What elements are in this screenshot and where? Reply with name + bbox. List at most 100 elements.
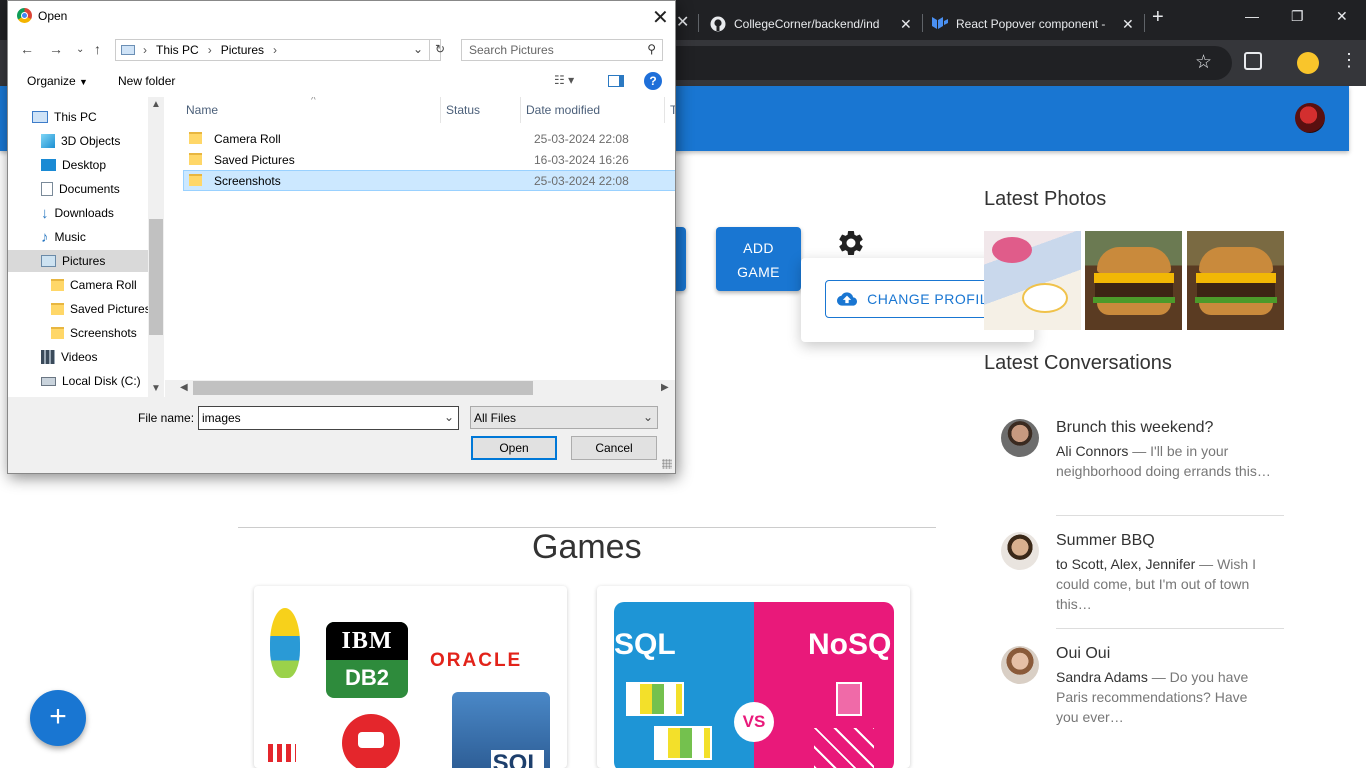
recent-dropdown-icon[interactable]: ⌄: [76, 44, 84, 55]
menu-kebab-icon[interactable]: ⋮: [1340, 50, 1358, 71]
tree-item-camera-roll[interactable]: Camera Roll: [51, 274, 137, 296]
settings-gear-icon[interactable]: [836, 228, 866, 258]
organize-button[interactable]: Organize ▼: [27, 74, 88, 88]
tree-item-3d-objects[interactable]: 3D Objects: [41, 130, 120, 152]
column-status[interactable]: Status: [446, 103, 480, 117]
nosql-label: NoSQ: [808, 628, 892, 661]
new-folder-button[interactable]: New folder: [118, 74, 175, 88]
file-list: ^ Name Status Date modified T Camera Rol…: [165, 97, 675, 397]
dialog-close-icon[interactable]: ✕: [652, 5, 669, 30]
tree-label: Saved Pictures: [70, 302, 151, 316]
table-row-selected[interactable]: Screenshots 25-03-2024 22:08 F: [183, 170, 675, 191]
tree-label: Downloads: [54, 206, 114, 220]
address-dropdown-icon[interactable]: ⌄: [413, 42, 423, 56]
change-profile-button[interactable]: CHANGE PROFILE: [825, 280, 1010, 318]
column-separator[interactable]: [440, 97, 441, 123]
conversation-title[interactable]: Summer BBQ: [1056, 532, 1155, 550]
photo-burger-1[interactable]: [1085, 231, 1182, 330]
scroll-down-icon[interactable]: ▼: [151, 383, 161, 394]
cancel-button[interactable]: Cancel: [571, 436, 657, 460]
user-avatar[interactable]: [1295, 103, 1325, 133]
address-breadcrumb[interactable]: › This PC › Pictures › ⌄ ↻: [115, 39, 445, 61]
game-card-databases[interactable]: IBM DB2 ORACLE SQL: [254, 586, 567, 768]
avatar: [1001, 419, 1039, 457]
burger-patty: [1095, 283, 1173, 297]
help-icon[interactable]: ?: [644, 72, 662, 90]
extensions-icon[interactable]: [1244, 52, 1262, 70]
chevron-down-icon[interactable]: ⌄: [444, 410, 454, 424]
new-tab-button[interactable]: +: [1152, 6, 1164, 29]
tab-close-icon[interactable]: ✕: [900, 16, 912, 33]
games-title: Games: [532, 528, 642, 566]
column-separator[interactable]: [520, 97, 521, 123]
music-note-icon: ♪: [41, 228, 49, 246]
photo-brunch[interactable]: [984, 231, 1081, 330]
column-date-modified[interactable]: Date modified: [526, 103, 600, 117]
dialog-titlebar: Open ✕: [8, 1, 675, 32]
back-arrow-icon[interactable]: ←: [20, 41, 34, 57]
tree-label: Videos: [61, 350, 98, 364]
tree-item-screenshots[interactable]: Screenshots: [51, 322, 137, 344]
add-fab-button[interactable]: +: [30, 690, 86, 746]
conversation-title[interactable]: Oui Oui: [1056, 645, 1110, 663]
tree-item-music[interactable]: ♪ Music: [41, 226, 86, 248]
tab-title: CollegeCorner/backend/ind: [734, 17, 880, 31]
conversation-title[interactable]: Brunch this weekend?: [1056, 419, 1213, 437]
address-bar[interactable]: ☆: [640, 46, 1232, 80]
download-arrow-icon: ↓: [41, 204, 49, 222]
file-name-label: File name:: [138, 411, 195, 425]
tree-scrollbar[interactable]: ▲ ▼: [148, 97, 164, 397]
minimize-icon[interactable]: —: [1245, 8, 1259, 24]
tree-item-pictures[interactable]: Pictures: [41, 250, 105, 272]
breadcrumb-this-pc[interactable]: This PC: [156, 43, 199, 57]
photo-burger-2[interactable]: [1187, 231, 1284, 330]
tree-item-videos[interactable]: Videos: [41, 346, 97, 368]
db2-text: DB2: [344, 665, 389, 690]
tree-item-this-pc[interactable]: This PC: [32, 106, 97, 128]
forward-arrow-icon[interactable]: →: [49, 41, 63, 57]
tab-close-icon[interactable]: ✕: [1122, 16, 1134, 33]
file-type-select[interactable]: All Files ⌄: [470, 406, 658, 429]
tree-item-documents[interactable]: Documents: [41, 178, 120, 200]
table-row[interactable]: Camera Roll 25-03-2024 22:08 F: [183, 128, 675, 149]
scroll-up-icon[interactable]: ▲: [151, 99, 161, 110]
hscroll-thumb[interactable]: [193, 381, 533, 395]
profile-avatar-icon[interactable]: [1297, 52, 1319, 74]
bookmark-star-icon[interactable]: ☆: [1195, 51, 1212, 74]
column-type[interactable]: T: [670, 103, 675, 117]
column-name[interactable]: Name: [186, 103, 218, 117]
column-separator[interactable]: [664, 97, 665, 123]
tab-separator: [698, 14, 699, 32]
open-button[interactable]: Open: [471, 436, 557, 460]
breadcrumb-pictures[interactable]: Pictures: [221, 43, 264, 57]
table-row[interactable]: Saved Pictures 16-03-2024 16:26 F: [183, 149, 675, 170]
avatar: [1001, 532, 1039, 570]
tree-item-saved-pictures[interactable]: Saved Pictures: [51, 298, 151, 320]
refresh-icon[interactable]: ↻: [435, 42, 445, 56]
file-name-input[interactable]: images ⌄: [198, 406, 459, 430]
partial-logo: [268, 744, 296, 762]
tab-collegecorner[interactable]: CollegeCorner/backend/ind ✕: [710, 8, 920, 40]
scroll-left-icon[interactable]: ◀: [180, 382, 188, 393]
doc-graphic: [836, 682, 862, 716]
sort-indicator-icon: ^: [311, 97, 316, 106]
restore-icon[interactable]: ❐: [1291, 8, 1304, 25]
preview-pane-icon[interactable]: [608, 75, 624, 87]
up-arrow-icon[interactable]: ↑: [94, 41, 101, 57]
video-icon: [41, 350, 55, 364]
window-close-icon[interactable]: ✕: [1336, 8, 1348, 25]
view-options-icon[interactable]: ☷ ▾: [554, 73, 574, 87]
game-card-sql-vs-nosql[interactable]: SQL NoSQ VS: [597, 586, 910, 768]
scroll-right-icon[interactable]: ▶: [661, 382, 669, 393]
tree-item-desktop[interactable]: Desktop: [41, 154, 106, 176]
couchbase-logo: [342, 714, 400, 768]
tree-item-downloads[interactable]: ↓ Downloads: [41, 202, 114, 224]
resize-grip-icon[interactable]: [662, 459, 672, 469]
tree-item-local-disk[interactable]: Local Disk (C:): [41, 370, 141, 392]
scroll-thumb[interactable]: [149, 219, 163, 335]
add-game-button[interactable]: ADD GAME: [716, 227, 801, 291]
tab-react-popover[interactable]: React Popover component - ✕: [932, 8, 1142, 40]
tab-close-icon[interactable]: ✕: [676, 12, 689, 32]
file-list-hscrollbar[interactable]: ◀ ▶: [165, 380, 675, 397]
search-input[interactable]: Search Pictures ⚲: [461, 39, 663, 61]
